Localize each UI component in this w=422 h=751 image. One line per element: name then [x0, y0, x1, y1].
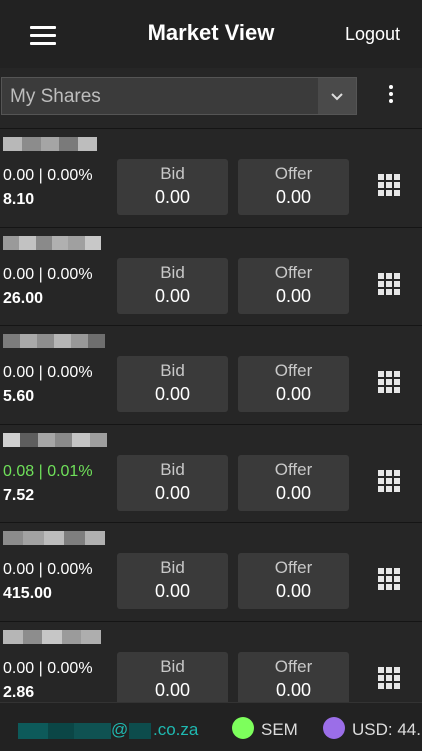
bid-value: 0.00	[154, 384, 191, 404]
bid-label: Bid	[160, 361, 185, 380]
email-domain: .co.za	[153, 720, 199, 739]
price-change: 0.00 | 0.00%	[3, 167, 93, 184]
bid-value: 0.00	[154, 680, 191, 700]
grid-icon[interactable]	[378, 273, 401, 296]
menu-icon[interactable]	[30, 25, 56, 45]
share-name-redacted	[3, 334, 105, 348]
share-row[interactable]: 0.00 | 0.00% 415.00 Bid 0.00 Offer 0.00	[0, 522, 422, 621]
share-name-redacted	[3, 433, 107, 447]
share-row[interactable]: 0.00 | 0.00% 5.60 Bid 0.00 Offer 0.00	[0, 325, 422, 424]
share-name-redacted	[3, 630, 101, 644]
grid-icon[interactable]	[378, 568, 401, 591]
usd-status-dot	[323, 717, 345, 739]
bid-label: Bid	[160, 263, 185, 282]
last-price: 415.00	[3, 585, 52, 602]
share-row[interactable]: 0.00 | 0.00% 8.10 Bid 0.00 Offer 0.00	[0, 128, 422, 227]
offer-button[interactable]: Offer 0.00	[238, 159, 349, 215]
offer-label: Offer	[274, 558, 313, 577]
bid-button[interactable]: Bid 0.00	[117, 356, 228, 412]
bid-button[interactable]: Bid 0.00	[117, 455, 228, 511]
last-price: 26.00	[3, 290, 44, 307]
last-price: 5.60	[3, 388, 35, 405]
offer-value: 0.00	[275, 581, 312, 601]
top-bar: Market View Logout	[0, 0, 422, 69]
bid-button[interactable]: Bid 0.00	[117, 159, 228, 215]
price-change: 0.00 | 0.00%	[3, 561, 93, 578]
share-name-redacted	[3, 137, 97, 151]
offer-value: 0.00	[275, 286, 312, 306]
chevron-down-icon[interactable]	[318, 78, 356, 114]
price-change: 0.08 | 0.01%	[3, 463, 93, 480]
offer-label: Offer	[274, 657, 313, 676]
offer-label: Offer	[274, 361, 313, 380]
price-change: 0.00 | 0.00%	[3, 660, 93, 677]
last-price: 8.10	[3, 191, 35, 208]
grid-icon[interactable]	[378, 470, 401, 493]
offer-value: 0.00	[275, 384, 312, 404]
bid-value: 0.00	[154, 187, 191, 207]
share-name-redacted	[3, 531, 105, 545]
offer-value: 0.00	[275, 187, 312, 207]
bid-button[interactable]: Bid 0.00	[117, 258, 228, 314]
share-row[interactable]: 0.08 | 0.01% 7.52 Bid 0.00 Offer 0.00	[0, 424, 422, 523]
bid-label: Bid	[160, 460, 185, 479]
bid-label: Bid	[160, 657, 185, 676]
sem-label: SEM	[261, 720, 298, 739]
bid-value: 0.00	[154, 286, 191, 306]
bid-label: Bid	[160, 164, 185, 183]
grid-icon[interactable]	[378, 174, 401, 197]
offer-button[interactable]: Offer 0.00	[238, 455, 349, 511]
offer-label: Offer	[274, 460, 313, 479]
status-bar: @ .co.za SEM USD: 44.1	[0, 702, 422, 751]
logout-button[interactable]: Logout	[345, 24, 400, 45]
offer-label: Offer	[274, 263, 313, 282]
watchlist-select[interactable]: My Shares	[1, 77, 357, 115]
filter-bar: My Shares	[0, 68, 422, 126]
bid-label: Bid	[160, 558, 185, 577]
offer-button[interactable]: Offer 0.00	[238, 258, 349, 314]
share-name-redacted	[3, 236, 101, 250]
last-price: 2.86	[3, 684, 35, 701]
grid-icon[interactable]	[378, 667, 401, 690]
last-price: 7.52	[3, 487, 35, 504]
bid-value: 0.00	[154, 581, 191, 601]
offer-value: 0.00	[275, 483, 312, 503]
more-vertical-icon[interactable]	[388, 84, 394, 106]
email-at: @	[111, 720, 129, 739]
bid-value: 0.00	[154, 483, 191, 503]
offer-button[interactable]: Offer 0.00	[238, 652, 349, 708]
email-redacted	[18, 723, 111, 739]
offer-value: 0.00	[275, 680, 312, 700]
offer-button[interactable]: Offer 0.00	[238, 553, 349, 609]
price-change: 0.00 | 0.00%	[3, 364, 93, 381]
bid-button[interactable]: Bid 0.00	[117, 652, 228, 708]
grid-icon[interactable]	[378, 371, 401, 394]
sem-status-dot	[232, 717, 254, 739]
watchlist-select-value: My Shares	[10, 86, 101, 107]
price-change: 0.00 | 0.00%	[3, 266, 93, 283]
share-row[interactable]: 0.00 | 0.00% 26.00 Bid 0.00 Offer 0.00	[0, 227, 422, 326]
email-redacted-2	[129, 723, 151, 739]
offer-button[interactable]: Offer 0.00	[238, 356, 349, 412]
usd-rate: USD: 44.1	[352, 720, 422, 739]
offer-label: Offer	[274, 164, 313, 183]
bid-button[interactable]: Bid 0.00	[117, 553, 228, 609]
